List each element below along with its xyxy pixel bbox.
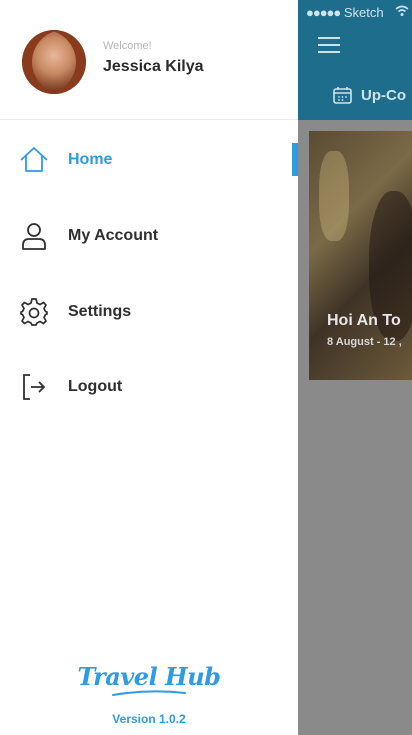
tab-upcoming-label: Up-Co [361,86,406,104]
wifi-icon [395,5,409,16]
nav-item-settings-label: Settings [68,303,132,320]
nav-item-home[interactable]: Home [0,135,298,185]
home-icon [19,145,49,175]
nav-item-settings[interactable]: Settings [0,287,298,337]
nav-item-my-account-label: My Account [68,227,159,244]
avatar[interactable] [22,30,86,94]
active-indicator [292,143,298,176]
profile-header: Welcome! Jessica Kilya [0,0,298,120]
nav-item-logout[interactable]: Logout [0,362,298,412]
gear-icon [19,297,49,327]
welcome-text: Welcome! [103,40,152,52]
nav-item-logout-label: Logout [68,378,123,395]
trip-card-title: Hoi An To [327,312,401,329]
app-logo-text: Travel Hub [77,662,221,691]
tab-upcoming[interactable]: Up-Co [333,86,406,104]
carrier-name: Sketch [343,5,384,20]
nav-item-my-account[interactable]: My Account [0,211,298,261]
user-name: Jessica Kilya [103,58,204,75]
user-icon [19,221,49,251]
app-logo: Travel Hub [0,662,298,697]
app-version: Version 1.0.2 [112,712,186,726]
trip-card-date: 8 August - 12 , [327,336,402,348]
hamburger-menu-icon[interactable] [318,37,340,55]
calendar-icon [333,87,352,104]
navigation-drawer: Welcome! Jessica Kilya Home My Account S… [0,0,298,735]
logout-icon [19,372,49,402]
trip-card[interactable]: Hoi An To 8 August - 12 , [309,131,412,380]
nav-item-home-label: Home [68,151,113,168]
signal-dots: ●●●●● [306,5,341,20]
status-bar: ●●●●● Sketch [306,5,384,20]
